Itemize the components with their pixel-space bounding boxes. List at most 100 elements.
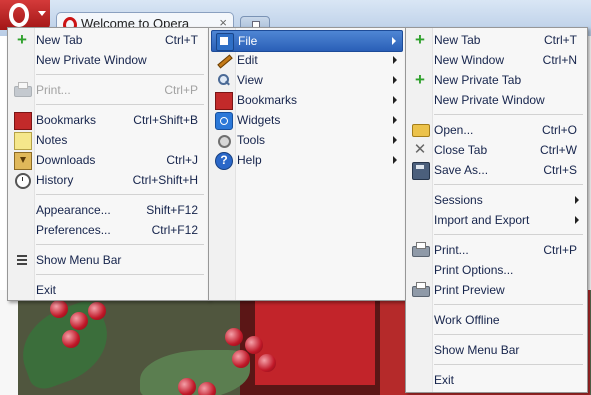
menu-item-preferences[interactable]: Preferences... Ctrl+F12	[10, 220, 206, 240]
tools-icon	[215, 132, 231, 148]
submenu-item-file[interactable]: File	[211, 30, 403, 52]
menu-item-shortcut: Shift+F12	[146, 203, 198, 217]
menu-separator	[36, 244, 204, 245]
menu-separator	[36, 274, 204, 275]
menu-item-shortcut: Ctrl+J	[166, 153, 198, 167]
plus-icon: +	[415, 30, 425, 49]
file-submenu: + New Tab Ctrl+T New Window Ctrl+N + New…	[405, 27, 588, 393]
menu-item-label: View	[237, 73, 263, 87]
menu-item-label: Help	[237, 153, 262, 167]
file-menu-import-export[interactable]: Import and Export	[408, 210, 585, 230]
file-menu-new-private-tab[interactable]: + New Private Tab	[408, 70, 585, 90]
menu-separator	[434, 334, 583, 335]
file-menu-new-tab[interactable]: + New Tab Ctrl+T	[408, 30, 585, 50]
chevron-right-icon	[393, 96, 397, 104]
file-menu-print-options[interactable]: Print Options...	[408, 260, 585, 280]
chevron-right-icon	[393, 56, 397, 64]
file-menu-print[interactable]: Print... Ctrl+P	[408, 240, 585, 260]
menu-item-shortcut: Ctrl+P	[164, 83, 198, 97]
menu-item-label: Print...	[434, 243, 469, 257]
chevron-right-icon	[392, 37, 396, 45]
menu-item-label: Open...	[434, 123, 474, 137]
menu-item-label: Bookmarks	[237, 93, 298, 107]
menu-item-label: Exit	[434, 373, 455, 387]
menu-item-history[interactable]: History Ctrl+Shift+H	[10, 170, 206, 190]
notes-icon	[14, 132, 32, 150]
chevron-down-icon	[38, 11, 46, 16]
menu-item-new-tab[interactable]: + New Tab Ctrl+T	[10, 30, 206, 50]
menu-item-label: Show Menu Bar	[434, 343, 520, 357]
menu-item-label: New Private Window	[36, 53, 147, 67]
menu-item-bookmarks[interactable]: Bookmarks Ctrl+Shift+B	[10, 110, 206, 130]
menu-item-print: Print... Ctrl+P	[10, 80, 206, 100]
menu-bar-icon	[14, 252, 30, 268]
submenu-item-view[interactable]: View	[211, 70, 403, 90]
menu-item-label: Print...	[36, 83, 71, 97]
bookmarks-icon	[215, 92, 233, 110]
menu-separator	[434, 234, 583, 235]
widgets-icon	[215, 112, 233, 130]
submenu-item-help[interactable]: ? Help	[211, 150, 403, 170]
menu-categories-submenu: File Edit View Bookmarks Widgets Tools ?…	[208, 27, 406, 301]
menu-item-label: Preferences...	[36, 223, 111, 237]
menu-item-downloads[interactable]: Downloads Ctrl+J	[10, 150, 206, 170]
menu-item-appearance[interactable]: Appearance... Shift+F12	[10, 200, 206, 220]
menu-item-label: Tools	[237, 133, 266, 147]
menu-item-new-private-window[interactable]: New Private Window	[10, 50, 206, 70]
chevron-right-icon	[575, 216, 579, 224]
submenu-item-edit[interactable]: Edit	[211, 50, 403, 70]
printer-icon	[14, 82, 32, 97]
file-menu-print-preview[interactable]: Print Preview	[408, 280, 585, 300]
submenu-item-bookmarks[interactable]: Bookmarks	[211, 90, 403, 110]
menu-item-shortcut: Ctrl+T	[165, 33, 198, 47]
menu-item-shortcut: Ctrl+P	[543, 243, 577, 257]
menu-item-label: Bookmarks	[36, 113, 97, 127]
menu-item-label: New Private Window	[434, 93, 545, 107]
file-menu-new-window[interactable]: New Window Ctrl+N	[408, 50, 585, 70]
menu-item-shortcut: Ctrl+Shift+H	[132, 173, 198, 187]
menu-item-notes[interactable]: Notes	[10, 130, 206, 150]
menu-item-shortcut: Ctrl+W	[540, 143, 577, 157]
chevron-right-icon	[393, 156, 397, 164]
menu-item-label: Work Offline	[434, 313, 500, 327]
clock-icon	[15, 173, 31, 189]
menu-item-label: Downloads	[36, 153, 96, 167]
menu-item-shortcut: Ctrl+S	[543, 163, 577, 177]
bookmarks-icon	[14, 112, 32, 130]
submenu-item-widgets[interactable]: Widgets	[211, 110, 403, 130]
menu-separator	[36, 104, 204, 105]
menu-item-exit[interactable]: Exit	[10, 280, 206, 300]
file-menu-save-as[interactable]: Save As... Ctrl+S	[408, 160, 585, 180]
file-menu-open[interactable]: Open... Ctrl+O	[408, 120, 585, 140]
menu-separator	[36, 74, 204, 75]
menu-item-label: History	[36, 173, 74, 187]
file-menu-new-private-window[interactable]: New Private Window	[408, 90, 585, 110]
file-menu-show-menu-bar[interactable]: Show Menu Bar	[408, 340, 585, 360]
menu-item-label: New Window	[434, 53, 505, 67]
menu-separator	[36, 194, 204, 195]
plus-icon: +	[415, 70, 425, 89]
file-menu-exit[interactable]: Exit	[408, 370, 585, 390]
magnifier-icon	[215, 72, 231, 88]
menu-item-label: Print Preview	[434, 283, 505, 297]
menu-item-label: New Tab	[36, 33, 83, 47]
file-menu-close-tab[interactable]: ✕ Close Tab Ctrl+W	[408, 140, 585, 160]
menu-separator	[434, 184, 583, 185]
submenu-item-tools[interactable]: Tools	[211, 130, 403, 150]
menu-item-label: Save As...	[434, 163, 489, 177]
file-menu-work-offline[interactable]: Work Offline	[408, 310, 585, 330]
menu-separator	[434, 304, 583, 305]
menu-separator	[434, 114, 583, 115]
menu-item-label: Close Tab	[434, 143, 488, 157]
opera-main-menu: + New Tab Ctrl+T New Private Window Prin…	[7, 27, 209, 301]
menu-item-label: Notes	[36, 133, 68, 147]
file-icon	[216, 33, 234, 51]
menu-item-label: New Tab	[434, 33, 481, 47]
menu-item-label: Show Menu Bar	[36, 253, 122, 267]
file-menu-sessions[interactable]: Sessions	[408, 190, 585, 210]
menu-item-show-menu-bar[interactable]: Show Menu Bar	[10, 250, 206, 270]
menu-item-shortcut: Ctrl+O	[541, 123, 577, 137]
chevron-right-icon	[575, 196, 579, 204]
opera-menu-button[interactable]	[0, 0, 50, 30]
menu-item-shortcut: Ctrl+N	[542, 53, 577, 67]
